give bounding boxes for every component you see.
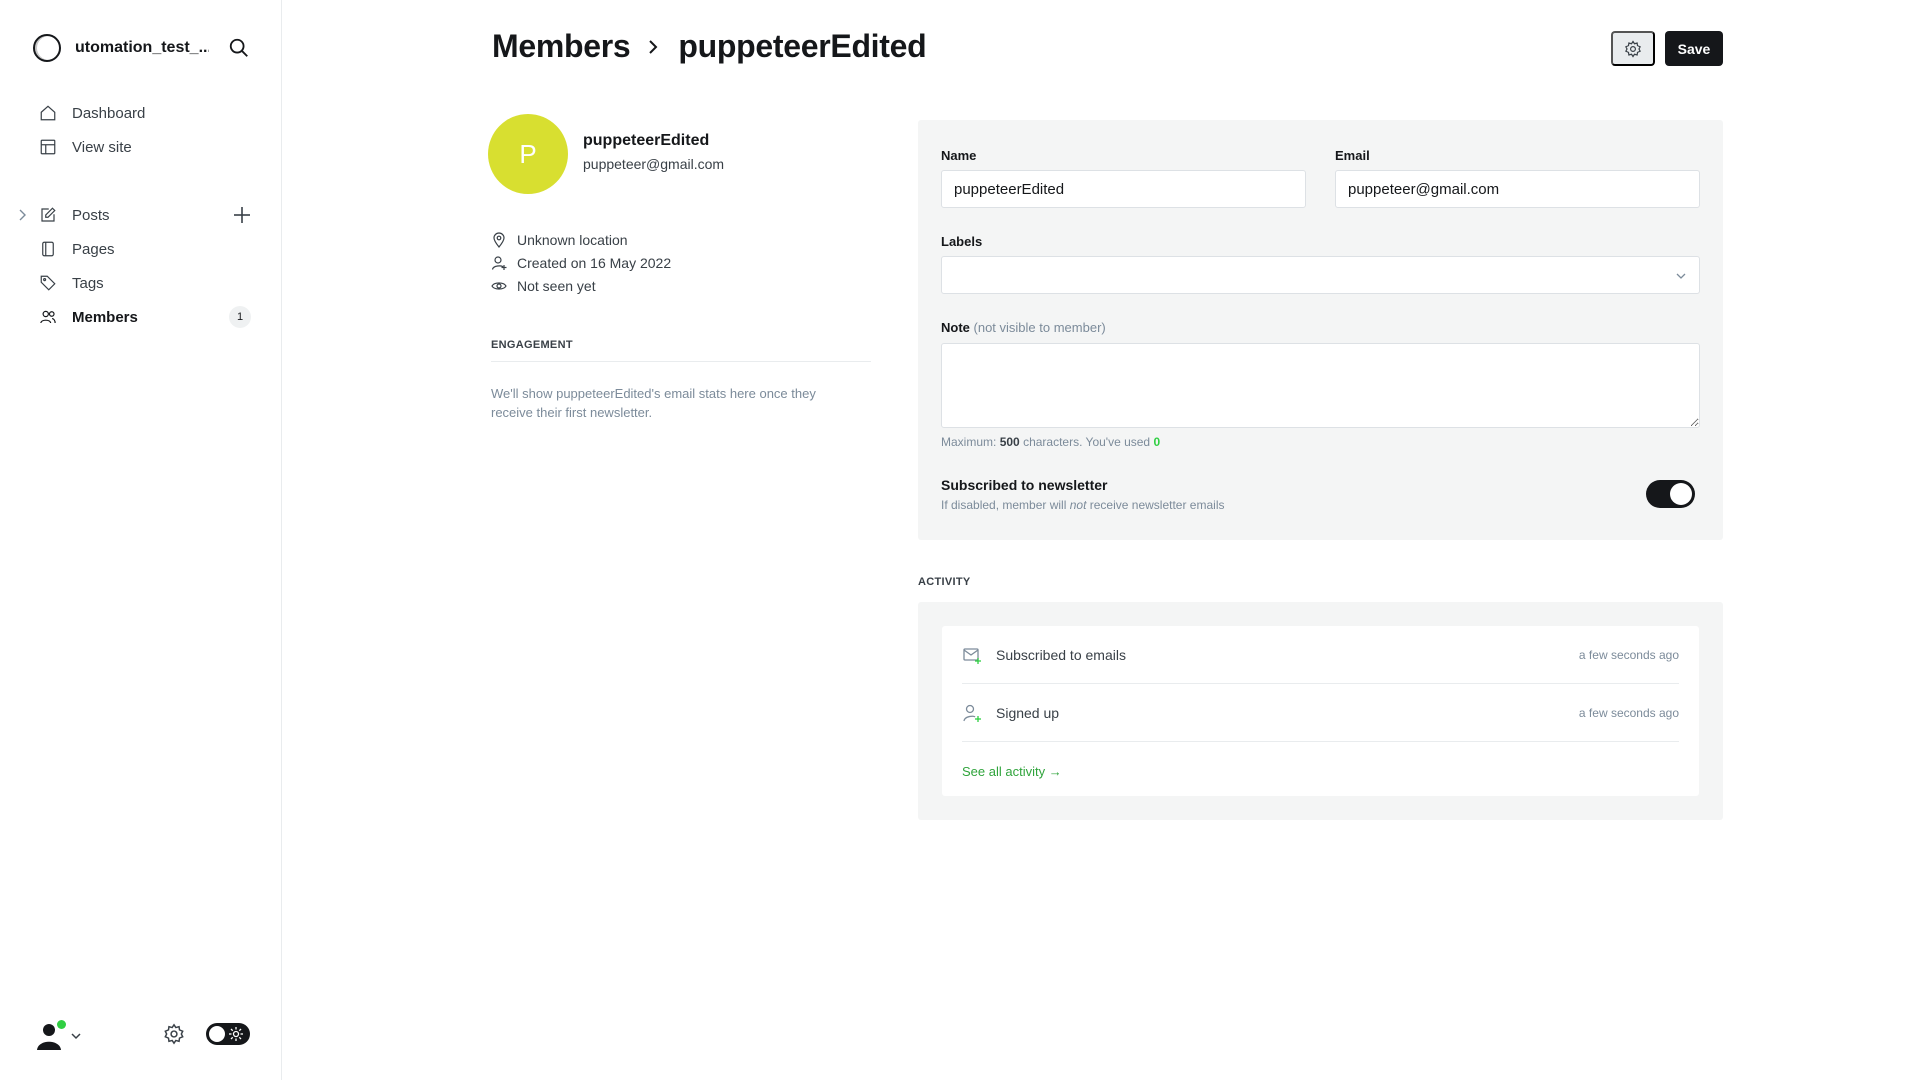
layout-icon xyxy=(38,137,58,157)
member-name: puppeteerEdited xyxy=(583,132,710,149)
user-plus-icon xyxy=(963,704,981,722)
note-textarea[interactable] xyxy=(941,343,1700,428)
note-label-sub: (not visible to member) xyxy=(973,320,1106,335)
nav-item-view-site[interactable]: View site xyxy=(38,130,258,164)
name-input[interactable] xyxy=(941,170,1306,208)
activity-panel: Subscribed to emails a few seconds ago S… xyxy=(918,602,1723,820)
edit-icon xyxy=(38,205,58,225)
note-char-hint: Maximum: 500 characters. You've used 0 xyxy=(941,435,1160,449)
member-location-text: Unknown location xyxy=(517,231,628,248)
nav-item-tags[interactable]: Tags xyxy=(38,266,258,300)
sun-icon xyxy=(229,1027,243,1041)
activity-label: Signed up xyxy=(996,704,1060,721)
breadcrumb: Members puppeteerEdited xyxy=(492,28,927,65)
nav-item-members[interactable]: Members 1 xyxy=(38,300,258,334)
activity-item: Signed up a few seconds ago xyxy=(962,684,1679,742)
member-last-seen: Not seen yet xyxy=(491,274,671,297)
email-label: Email xyxy=(1335,148,1370,163)
note-hint-mid: characters. You've used xyxy=(1023,435,1151,449)
labels-select[interactable] xyxy=(941,256,1700,294)
engagement-heading: ENGAGEMENT xyxy=(491,339,871,362)
user-add-icon xyxy=(491,255,507,270)
eye-icon xyxy=(491,281,507,290)
email-input[interactable] xyxy=(1335,170,1700,208)
email-plus-icon xyxy=(963,647,981,664)
nav-label-dashboard: Dashboard xyxy=(72,104,146,122)
site-name: utomation_test_... xyxy=(75,39,209,56)
settings-gear-icon[interactable] xyxy=(163,1023,185,1045)
members-count-badge: 1 xyxy=(229,306,251,328)
user-avatar xyxy=(36,1020,66,1052)
note-hint-used: 0 xyxy=(1153,435,1161,449)
member-location: Unknown location xyxy=(491,228,671,251)
tag-icon xyxy=(38,273,58,293)
nav-primary: Dashboard View site xyxy=(38,96,258,164)
members-icon xyxy=(38,307,58,327)
newsletter-title: Subscribed to newsletter xyxy=(941,477,1108,493)
nav-label-view-site: View site xyxy=(72,138,132,156)
newsletter-desc-b: receive newsletter emails xyxy=(1089,498,1225,512)
see-all-activity-link[interactable]: See all activity → xyxy=(962,764,1062,779)
note-label: Note (not visible to member) xyxy=(941,320,1106,335)
note-hint-max: 500 xyxy=(999,435,1020,449)
member-last-seen-text: Not seen yet xyxy=(517,277,596,294)
page-title: puppeteerEdited xyxy=(678,28,927,64)
note-hint-prefix: Maximum: xyxy=(941,435,997,449)
online-status-dot xyxy=(57,1020,66,1029)
site-brand[interactable]: utomation_test_... xyxy=(33,34,209,62)
activity-heading: ACTIVITY xyxy=(918,576,971,588)
chevron-right-icon[interactable] xyxy=(16,208,28,222)
activity-time: a few seconds ago xyxy=(1578,647,1679,662)
labels-label: Labels xyxy=(941,234,983,249)
chevron-down-icon[interactable] xyxy=(70,1030,82,1042)
member-created-text: Created on 16 May 2022 xyxy=(517,254,672,271)
nav-content: Posts Pages Tags Members 1 xyxy=(19,198,258,334)
plus-icon[interactable] xyxy=(232,205,252,225)
save-button[interactable]: Save xyxy=(1665,31,1723,66)
search-icon[interactable] xyxy=(228,37,250,59)
breadcrumb-members-link[interactable]: Members xyxy=(492,28,631,65)
newsletter-desc-a: If disabled, member will xyxy=(941,498,1067,512)
activity-label: Subscribed to emails xyxy=(996,646,1126,663)
dark-mode-toggle[interactable] xyxy=(206,1023,250,1045)
activity-item: Subscribed to emails a few seconds ago xyxy=(962,626,1679,684)
toggle-knob xyxy=(209,1026,225,1042)
member-created: Created on 16 May 2022 xyxy=(491,251,671,274)
chevron-down-icon xyxy=(1676,273,1686,279)
chevron-right-icon xyxy=(649,39,658,54)
nav-label-pages: Pages xyxy=(72,240,115,258)
member-details-form: Name Email Labels Note (not visible to m… xyxy=(918,120,1723,540)
member-avatar: P xyxy=(488,114,568,194)
engagement-text: We'll show puppeteerEdited's email stats… xyxy=(491,386,816,420)
toggle-knob xyxy=(1670,483,1692,505)
gear-icon xyxy=(1625,39,1641,58)
sidebar: utomation_test_... Dashboard View site P… xyxy=(0,0,282,1080)
name-label: Name xyxy=(941,148,977,163)
location-pin-icon xyxy=(493,231,505,248)
home-icon xyxy=(38,103,58,123)
nav-label-members: Members xyxy=(72,308,138,326)
newsletter-desc-em: not xyxy=(1069,498,1087,512)
activity-list: Subscribed to emails a few seconds ago S… xyxy=(942,626,1699,796)
member-meta: Unknown location Created on 16 May 2022 … xyxy=(491,228,671,297)
nav-item-posts[interactable]: Posts xyxy=(19,198,258,232)
newsletter-description: If disabled, member will not receive new… xyxy=(941,498,1224,512)
nav-label-posts: Posts xyxy=(72,206,110,224)
nav-label-tags: Tags xyxy=(72,274,104,292)
note-label-text: Note xyxy=(941,320,970,335)
site-logo-icon xyxy=(33,34,61,62)
member-email: puppeteer@gmail.com xyxy=(583,156,725,172)
nav-item-pages[interactable]: Pages xyxy=(38,232,258,266)
pages-icon xyxy=(38,239,58,259)
newsletter-toggle[interactable] xyxy=(1646,480,1695,508)
activity-time: a few seconds ago xyxy=(1578,705,1679,720)
member-actions-button[interactable] xyxy=(1611,31,1655,66)
nav-item-dashboard[interactable]: Dashboard xyxy=(38,96,258,130)
user-menu[interactable] xyxy=(36,1020,82,1052)
